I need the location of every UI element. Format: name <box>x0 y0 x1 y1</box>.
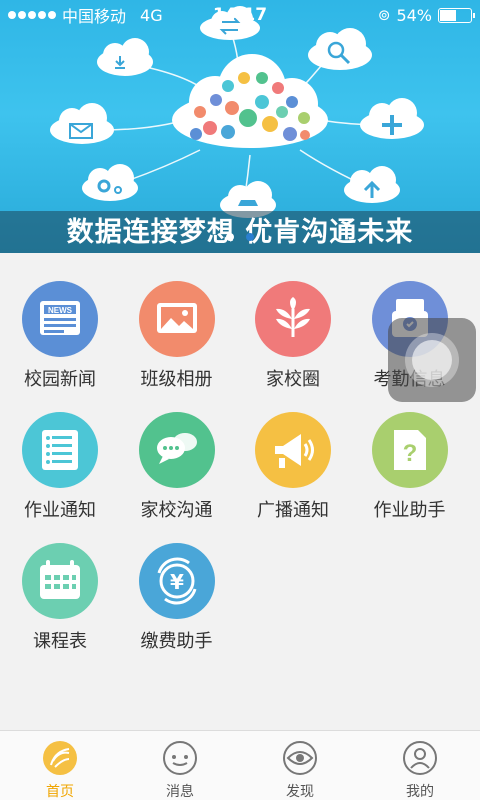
chat-icon <box>138 412 215 488</box>
news-icon: NEWS <box>22 281 98 357</box>
grid-item-10[interactable]: ¥ 缴费助手 <box>117 515 237 652</box>
svg-text:¥: ¥ <box>170 570 184 594</box>
tab-label: 消息 <box>166 784 194 800</box>
banner[interactable]: 中国移动 4G 14:17 ⊚ 54% 数据连接梦想 优肯沟通未来 <box>0 0 480 253</box>
help-document-icon: ? <box>371 412 448 488</box>
grid-item-8[interactable]: ? 作业助手 <box>350 384 470 521</box>
tab-label: 首页 <box>46 784 74 800</box>
grid-item-5[interactable]: 作业通知 <box>0 384 120 521</box>
profile-icon <box>403 741 437 775</box>
grid-item-1[interactable]: NEWS 校园新闻 <box>0 253 120 390</box>
grid-item-label: 缴费助手 <box>140 631 213 652</box>
message-icon <box>163 741 197 775</box>
home-icon <box>43 741 77 775</box>
tab-messages[interactable]: 消息 <box>120 731 240 800</box>
leaf-icon <box>255 281 331 357</box>
carousel-dot-2[interactable] <box>246 233 254 241</box>
signal-strength-icon <box>8 11 56 19</box>
grid-item-6[interactable]: 家校沟通 <box>117 384 237 521</box>
grid-item-2[interactable]: 班级相册 <box>117 253 237 390</box>
grid-item-label: 广播通知 <box>257 500 329 521</box>
grid-item-label: 作业助手 <box>373 500 446 521</box>
tab-discover[interactable]: 发现 <box>240 731 360 800</box>
battery-percentage: 54% <box>396 5 432 25</box>
yuan-payment-icon: ¥ <box>138 543 215 619</box>
tab-label: 发现 <box>286 784 314 800</box>
status-bar: 中国移动 4G 14:17 ⊚ 54% <box>0 0 480 30</box>
tab-home[interactable]: 首页 <box>0 731 120 800</box>
photo-album-icon <box>138 281 215 357</box>
bottom-tab-bar: 首页 消息 发现 我的 <box>0 730 480 800</box>
assistive-touch-button[interactable] <box>388 318 476 402</box>
carrier-name: 中国移动 <box>62 7 127 26</box>
svg-text:?: ? <box>402 440 417 467</box>
tab-label: 我的 <box>406 784 434 800</box>
tab-me[interactable]: 我的 <box>360 731 480 800</box>
grid-item-9[interactable]: 课程表 <box>0 515 120 652</box>
grid-item-label: 课程表 <box>33 631 87 652</box>
network-type: 4G <box>140 5 163 25</box>
calendar-icon <box>22 543 98 619</box>
eye-icon <box>283 741 317 775</box>
carousel-dot-1[interactable] <box>226 233 234 241</box>
list-icon <box>22 412 98 488</box>
grid-item-7[interactable]: 广播通知 <box>233 384 353 521</box>
megaphone-icon <box>255 412 331 488</box>
battery-icon <box>438 7 475 23</box>
rotation-lock-icon: ⊚ <box>377 6 391 24</box>
grid-item-3[interactable]: 家校圈 <box>233 253 353 390</box>
svg-text:NEWS: NEWS <box>48 306 73 315</box>
banner-caption: 数据连接梦想 优肯沟通未来 <box>66 217 414 248</box>
